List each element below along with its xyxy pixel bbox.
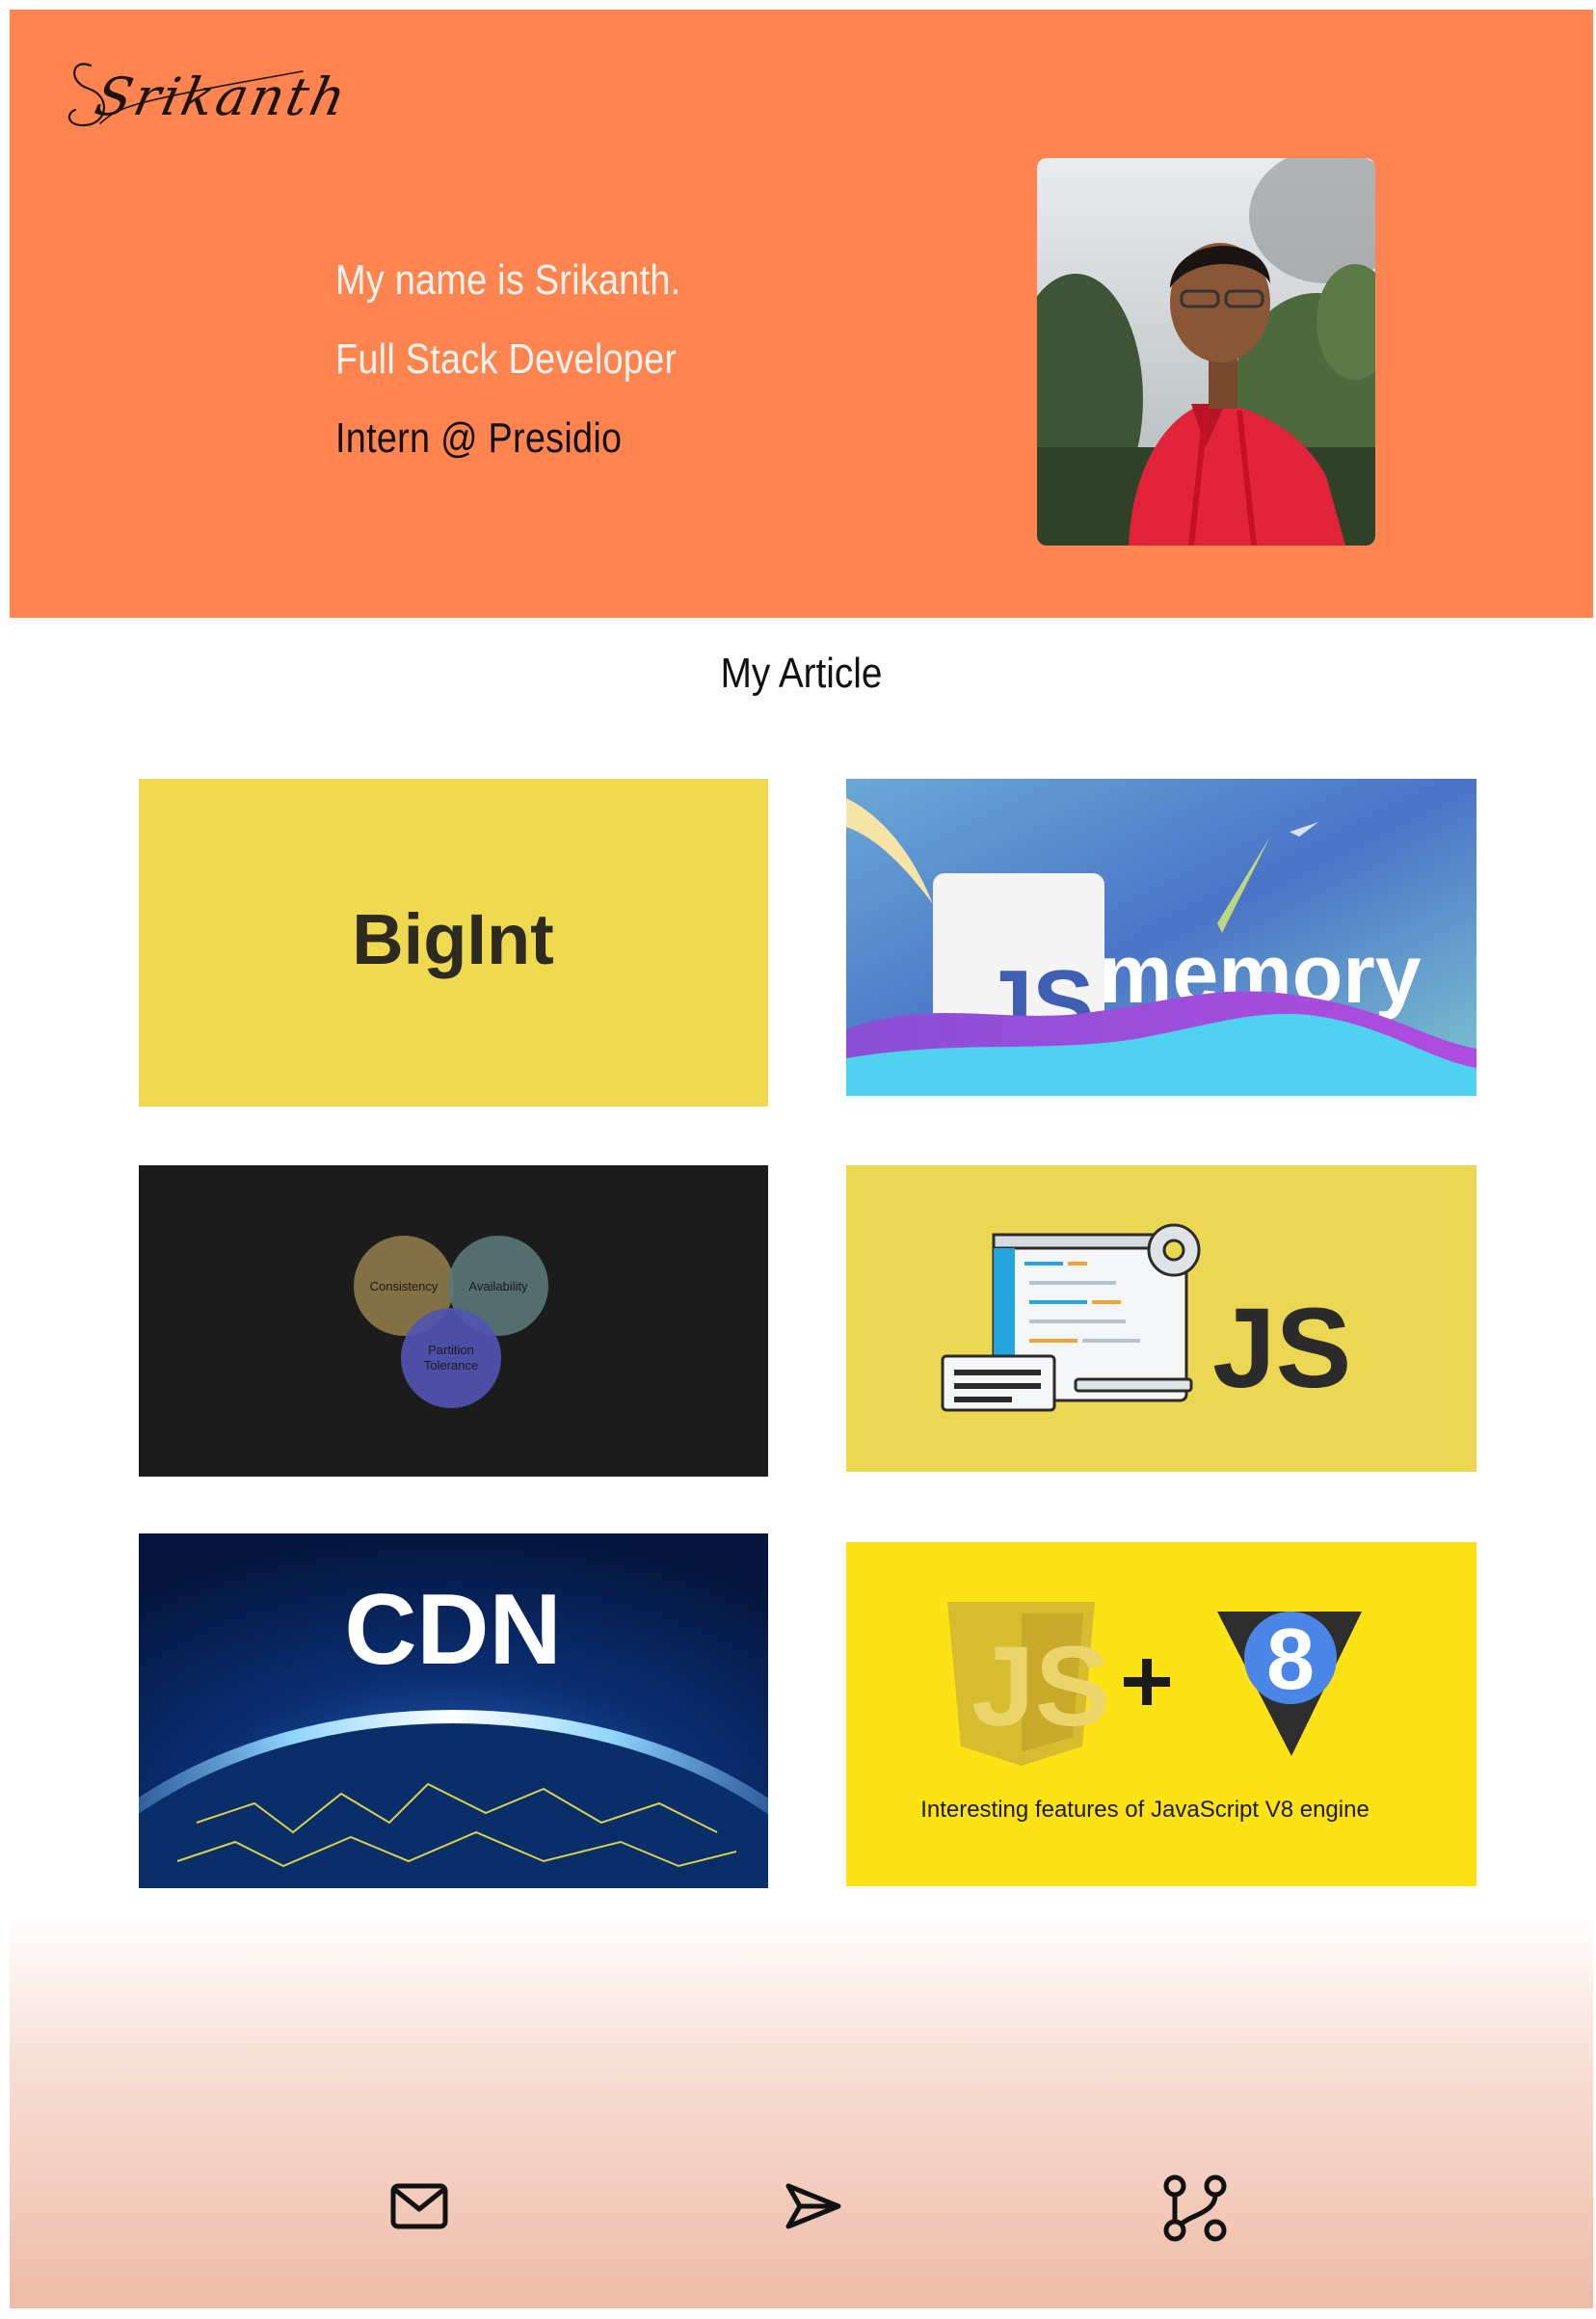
footer [10, 1913, 1593, 2308]
profile-photo [1037, 158, 1375, 546]
venn-tolerance: Tolerance [424, 1358, 478, 1373]
article-card-cdn[interactable]: CDN [139, 1533, 768, 1888]
article-card-js-v8[interactable]: JS 8 Interesting features of JavaScript … [846, 1542, 1476, 1886]
intro-block: My name is Srikanth. Full Stack Develope… [335, 241, 737, 478]
hero-header: Srikanth My name is Srikanth. Full Stack… [10, 10, 1593, 618]
mail-icon[interactable] [389, 2182, 449, 2235]
logo-text: Srikanth [90, 67, 355, 127]
section-title: My Article [720, 650, 883, 697]
page: Srikanth My name is Srikanth. Full Stack… [10, 10, 1593, 2308]
intro-name: My name is Srikanth. [335, 256, 681, 304]
article-card-cap-theorem[interactable]: Consistency Availability Partition Toler… [139, 1165, 768, 1477]
thumb-caption: Interesting features of JavaScript V8 en… [920, 1797, 1370, 1823]
send-icon[interactable] [785, 2182, 842, 2235]
venn-partition: Partition [428, 1343, 474, 1357]
thumb-text-bigint: BigInt [352, 899, 554, 979]
intro-role: Full Stack Developer [335, 335, 678, 383]
article-card-js-memory[interactable]: JS memory [846, 779, 1476, 1096]
article-card-js-editor[interactable]: JS [846, 1165, 1476, 1472]
thumb-text-js-2: JS [1212, 1285, 1351, 1412]
article-card-bigint[interactable]: BigInt [139, 779, 768, 1106]
venn-availability: Availability [468, 1279, 528, 1293]
thumb-text-js-3: JS [971, 1623, 1110, 1750]
thumb-text-v8: 8 [1266, 1612, 1315, 1708]
logo[interactable]: Srikanth [62, 39, 354, 145]
git-branch-icon[interactable] [1161, 2174, 1229, 2247]
venn-consistency: Consistency [370, 1279, 439, 1293]
intro-company: Intern @ Presidio [335, 414, 623, 462]
thumb-text-cdn: CDN [344, 1574, 561, 1686]
